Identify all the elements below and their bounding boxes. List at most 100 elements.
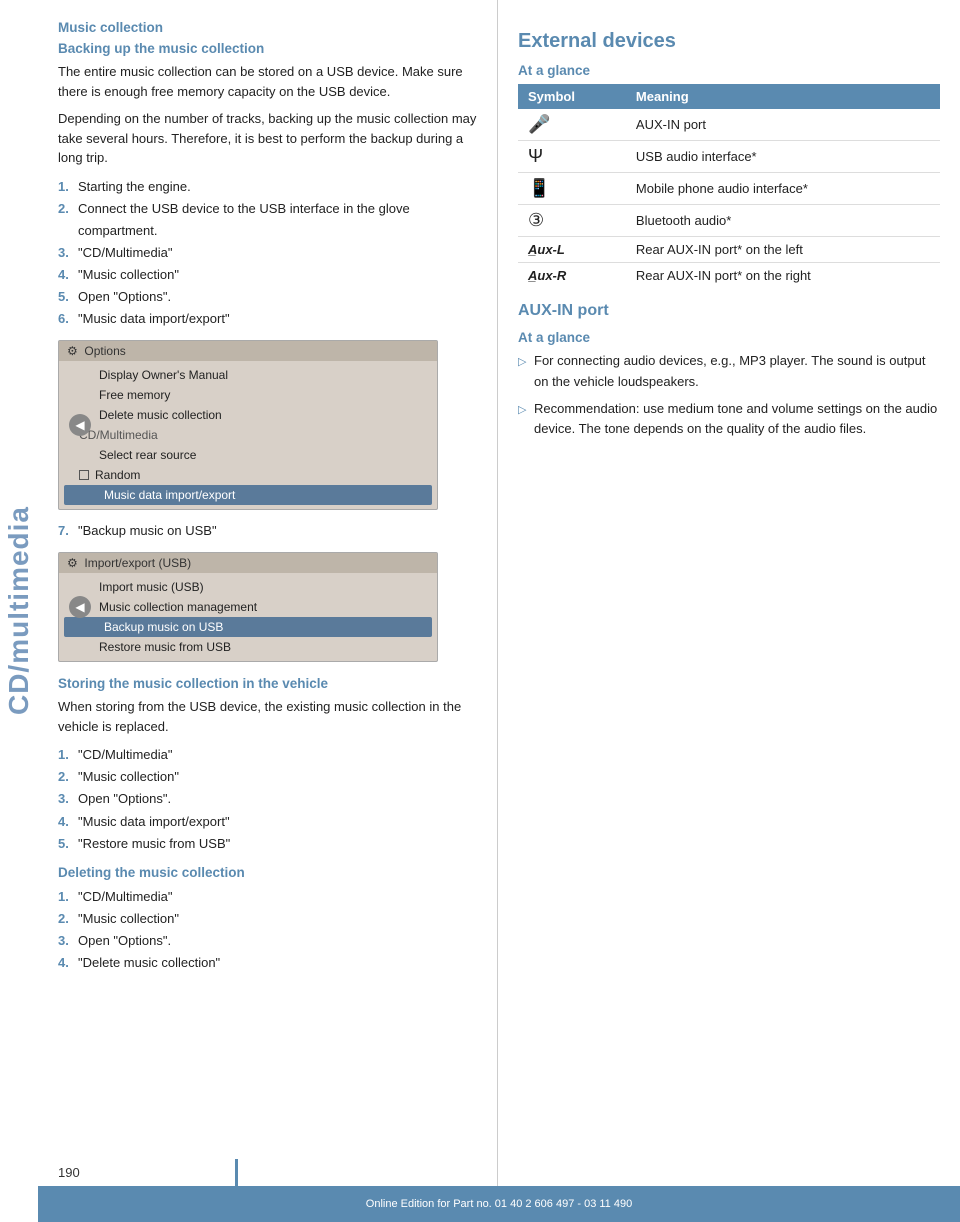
step1-num: 1. bbox=[58, 176, 72, 198]
step7-item: 7. "Backup music on USB" bbox=[58, 520, 477, 542]
storing-title: Storing the music collection in the vehi… bbox=[58, 676, 477, 691]
table-row: 📱 Mobile phone audio interface* bbox=[518, 173, 940, 205]
step6-text: "Music data import/export" bbox=[78, 308, 230, 330]
symbol-aux-l: A̲ux-L bbox=[518, 237, 626, 263]
table-row: A̲ux-R Rear AUX-IN port* on the right bbox=[518, 263, 940, 289]
aux-at-glance-title: At a glance bbox=[518, 330, 940, 345]
step6-num: 6. bbox=[58, 308, 72, 330]
symbol-aux: 🎤 bbox=[518, 109, 626, 141]
s2-step2: 2. "Music collection" bbox=[58, 766, 477, 788]
steps3-list: 1. "CD/Multimedia" 2. "Music collection"… bbox=[58, 886, 477, 974]
step6-item: 6. "Music data import/export" bbox=[58, 308, 477, 330]
scroll-arrow-left2[interactable]: ◀ bbox=[69, 596, 91, 618]
bullet-arrow-2: ▷ bbox=[518, 402, 528, 420]
menu-restore-music: Restore music from USB bbox=[59, 637, 437, 657]
random-checkbox bbox=[79, 470, 89, 480]
left-column: Music collection Backing up the music co… bbox=[38, 0, 498, 1222]
screenshot1-title: ⚙ Options bbox=[67, 344, 126, 358]
random-label: Random bbox=[95, 468, 140, 482]
step4-text: "Music collection" bbox=[78, 264, 179, 286]
s3-step2: 2. "Music collection" bbox=[58, 908, 477, 930]
bullet-text-2: Recommendation: use medium tone and volu… bbox=[534, 399, 940, 441]
bullet-text-1: For connecting audio devices, e.g., MP3 … bbox=[534, 351, 940, 393]
step5-text: Open "Options". bbox=[78, 286, 171, 308]
step7-num: 7. bbox=[58, 520, 72, 542]
step1-item: 1. Starting the engine. bbox=[58, 176, 477, 198]
s2-step4: 4. "Music data import/export" bbox=[58, 811, 477, 833]
bullet-arrow-1: ▷ bbox=[518, 354, 528, 372]
sidebar-label: CD/multimedia bbox=[3, 506, 35, 715]
meaning-usb: USB audio interface* bbox=[626, 141, 940, 173]
menu-collection-mgmt: Music collection management bbox=[59, 597, 437, 617]
table-row: Ψ USB audio interface* bbox=[518, 141, 940, 173]
menu-backup-music: Backup music on USB bbox=[64, 617, 432, 637]
menu-random: Random bbox=[59, 465, 437, 485]
page-number: 190 bbox=[58, 1165, 80, 1180]
menu-music-data: Music data import/export bbox=[64, 485, 432, 505]
symbol-bluetooth: ③ bbox=[518, 205, 626, 237]
meaning-aux-r: Rear AUX-IN port* on the right bbox=[626, 263, 940, 289]
at-a-glance-title: At a glance bbox=[518, 63, 940, 78]
step5-item: 5. Open "Options". bbox=[58, 286, 477, 308]
step7-text: "Backup music on USB" bbox=[78, 520, 217, 542]
s2-step3: 3. Open "Options". bbox=[58, 788, 477, 810]
para2: Depending on the number of tracks, backi… bbox=[58, 109, 477, 168]
s3-step4: 4. "Delete music collection" bbox=[58, 952, 477, 974]
sidebar: CD/multimedia bbox=[0, 0, 38, 1222]
step4-num: 4. bbox=[58, 264, 72, 286]
step7-list: 7. "Backup music on USB" bbox=[58, 520, 477, 542]
footer: Online Edition for Part no. 01 40 2 606 … bbox=[38, 1186, 960, 1222]
left-section-title: Music collection bbox=[58, 20, 477, 35]
footer-text: Online Edition for Part no. 01 40 2 606 … bbox=[366, 1198, 632, 1210]
table-row: 🎤 AUX-IN port bbox=[518, 109, 940, 141]
step2-text: Connect the USB device to the USB interf… bbox=[78, 198, 477, 242]
screenshot1-titlebar: ⚙ Options bbox=[59, 341, 437, 361]
step5-num: 5. bbox=[58, 286, 72, 308]
page-number-area: 190 bbox=[38, 1159, 238, 1186]
external-devices-title: External devices bbox=[518, 30, 940, 53]
table-col-meaning: Meaning bbox=[626, 84, 940, 109]
table-col-symbol: Symbol bbox=[518, 84, 626, 109]
scroll-arrow-left[interactable]: ◀ bbox=[69, 414, 91, 436]
step4-item: 4. "Music collection" bbox=[58, 264, 477, 286]
s2-step1: 1. "CD/Multimedia" bbox=[58, 744, 477, 766]
step3-item: 3. "CD/Multimedia" bbox=[58, 242, 477, 264]
bullet-item-2: ▷ Recommendation: use medium tone and vo… bbox=[518, 399, 940, 441]
backing-up-title: Backing up the music collection bbox=[58, 41, 477, 56]
screenshot2-title: ⚙ Import/export (USB) bbox=[67, 556, 191, 570]
menu-display-owners: Display Owner's Manual bbox=[59, 365, 437, 385]
right-column: External devices At a glance Symbol Mean… bbox=[498, 0, 960, 1222]
symbol-aux-r: A̲ux-R bbox=[518, 263, 626, 289]
table-row: A̲ux-L Rear AUX-IN port* on the left bbox=[518, 237, 940, 263]
para1: The entire music collection can be store… bbox=[58, 62, 477, 101]
meaning-aux: AUX-IN port bbox=[626, 109, 940, 141]
menu-cd-multimedia: CD/Multimedia bbox=[59, 425, 437, 445]
symbol-mobile: 📱 bbox=[518, 173, 626, 205]
s3-step3: 3. Open "Options". bbox=[58, 930, 477, 952]
aux-in-port-title: AUX-IN port bbox=[518, 302, 940, 320]
meaning-mobile: Mobile phone audio interface* bbox=[626, 173, 940, 205]
step2-num: 2. bbox=[58, 198, 72, 242]
menu-import-music: Import music (USB) bbox=[59, 577, 437, 597]
para3: When storing from the USB device, the ex… bbox=[58, 697, 477, 736]
s3-step1: 1. "CD/Multimedia" bbox=[58, 886, 477, 908]
meaning-bluetooth: Bluetooth audio* bbox=[626, 205, 940, 237]
screenshot2-menu: Import music (USB) Music collection mana… bbox=[59, 573, 437, 661]
steps2-list: 1. "CD/Multimedia" 2. "Music collection"… bbox=[58, 744, 477, 854]
symbol-usb: Ψ bbox=[518, 141, 626, 173]
table-row: ③ Bluetooth audio* bbox=[518, 205, 940, 237]
s2-step5: 5. "Restore music from USB" bbox=[58, 833, 477, 855]
meaning-aux-l: Rear AUX-IN port* on the left bbox=[626, 237, 940, 263]
steps1-list: 1. Starting the engine. 2. Connect the U… bbox=[58, 176, 477, 331]
step2-item: 2. Connect the USB device to the USB int… bbox=[58, 198, 477, 242]
main-content: Music collection Backing up the music co… bbox=[38, 0, 960, 1222]
menu-free-memory: Free memory bbox=[59, 385, 437, 405]
screenshot1-menu: Display Owner's Manual Free memory Delet… bbox=[59, 361, 437, 509]
step3-text: "CD/Multimedia" bbox=[78, 242, 172, 264]
menu-delete-music: Delete music collection bbox=[59, 405, 437, 425]
menu-select-rear: Select rear source bbox=[59, 445, 437, 465]
step1-text: Starting the engine. bbox=[78, 176, 191, 198]
deleting-title: Deleting the music collection bbox=[58, 865, 477, 880]
screenshot2-titlebar: ⚙ Import/export (USB) bbox=[59, 553, 437, 573]
bullet-list: ▷ For connecting audio devices, e.g., MP… bbox=[518, 351, 940, 440]
